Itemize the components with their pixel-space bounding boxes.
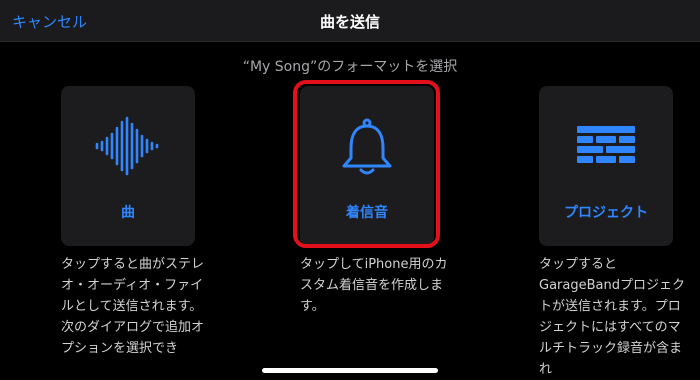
navigation-bar: キャンセル 曲を送信: [0, 0, 700, 42]
project-description: タップするとGarageBandプロジェクトが送信されます。プロジェクトにはすべ…: [539, 257, 685, 377]
bell-icon: [342, 118, 392, 175]
project-label: プロジェクト: [564, 205, 648, 221]
waveform-icon: [95, 116, 159, 176]
ringtone-label: 着信音: [346, 205, 388, 221]
song-description: タップすると曲がステレオ・オーディオ・ファイルとして送信されます。次のダイアログ…: [61, 257, 205, 356]
ringtone-format-button[interactable]: 着信音: [300, 86, 434, 246]
song-label: 曲: [121, 205, 135, 221]
page-title: 曲を送信: [319, 13, 380, 31]
project-format-button[interactable]: プロジェクト: [539, 86, 673, 246]
share-song-screen: キャンセル 曲を送信 “My Song”のフォーマットを選択 曲 着信音 プロジ…: [0, 0, 700, 380]
format-prompt: “My Song”のフォーマットを選択: [242, 59, 458, 75]
ringtone-description: タップしてiPhone用のカスタム着信音を作成します。: [300, 257, 448, 314]
brick-wall-icon: [577, 126, 635, 163]
home-indicator[interactable]: [262, 368, 438, 373]
song-format-button[interactable]: 曲: [61, 86, 195, 246]
